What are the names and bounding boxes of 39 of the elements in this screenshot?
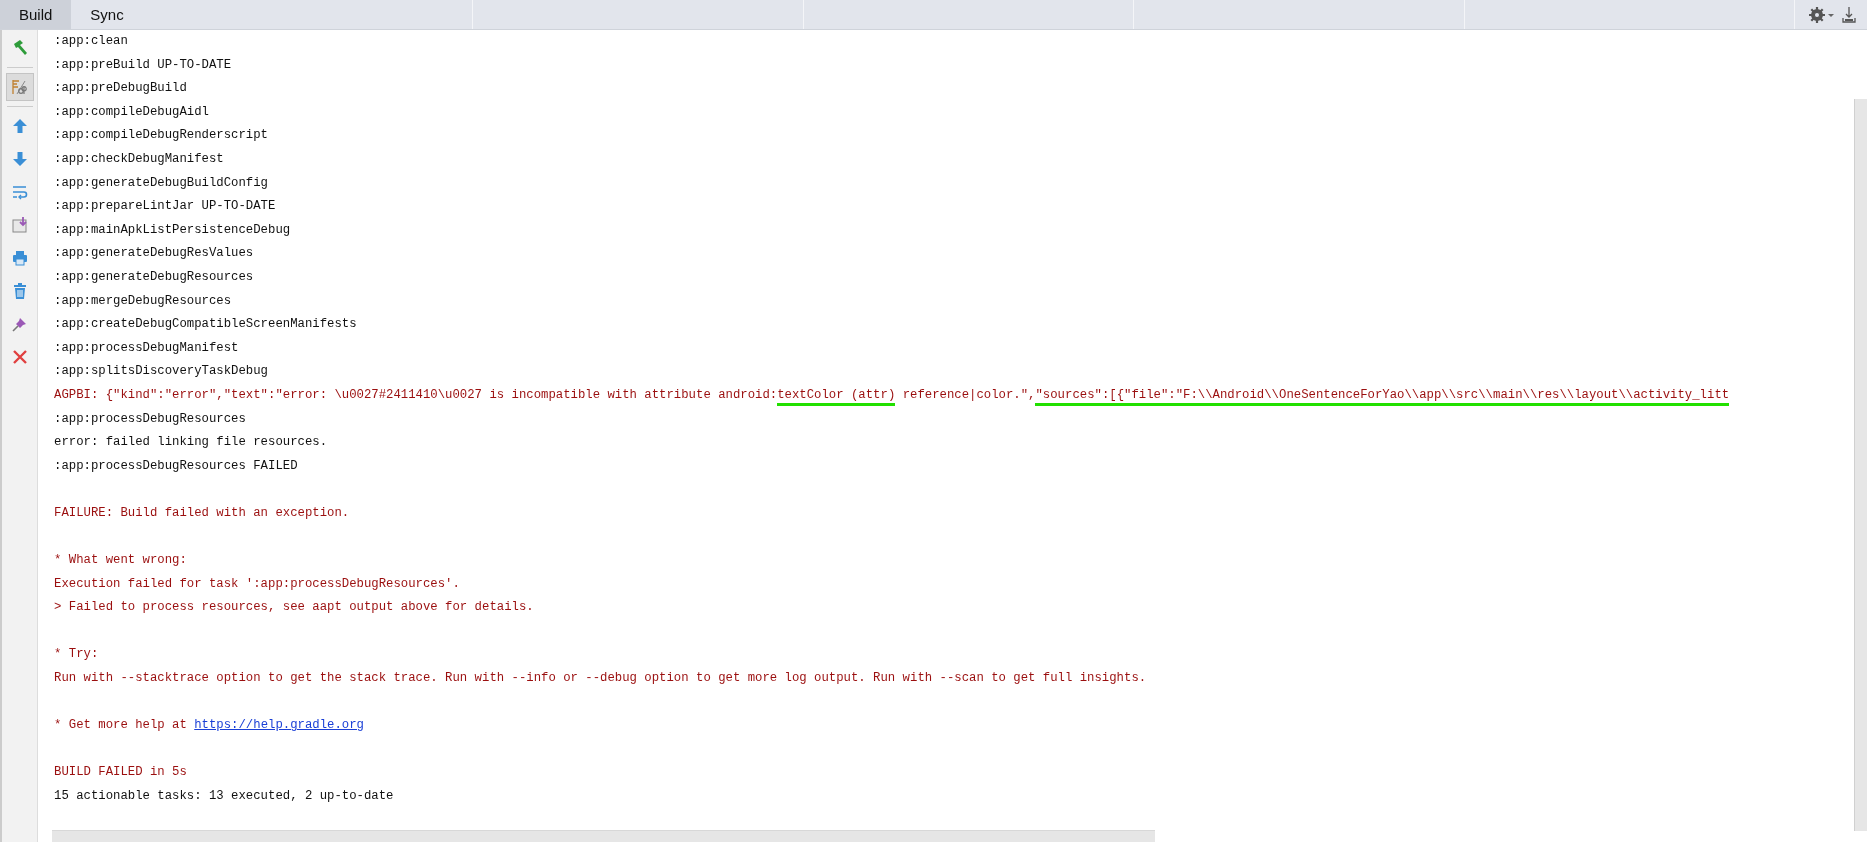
log-line: :app:processDebugManifest [54,339,240,357]
pin-icon [10,315,29,333]
log-line: :app:processDebugResources FAILED [54,457,299,475]
log-line: * What went wrong: [54,552,188,570]
log-line: :app:compileDebugAidl [54,103,210,121]
log-line: Run with --stacktrace option to get the stack trace. Run with --info or --debug option to get more log output. Run with --scan to get full insights. [54,670,1148,688]
log-line: :app:generateDebugBuildConfig [54,174,269,192]
log-line: :app:prepareLintJar UP-TO-DATE [54,198,277,216]
log-line: :app:preBuild UP-TO-DATE [54,56,233,74]
tab[interactable]: Build [0,0,72,29]
soft-wrap-icon [10,183,29,201]
log-line: :app:compileDebugRenderscript [54,127,269,145]
log-line: :app:createDebugCompatibleScreenManifests [54,316,358,334]
close-icon [10,348,29,366]
log-line: :app:generateDebugResources [54,268,255,286]
log-line: :app:processDebugResources [54,410,247,428]
log-line: :app:checkDebugManifest [54,150,225,168]
log-line: Execution failed for task ':app:processDebugResources'. [54,575,461,593]
log-line: :app:mainApkListPersistenceDebug [54,221,292,239]
log-line: 15 actionable tasks: 13 executed, 2 up-to-date [54,788,395,805]
log-line: :app:mergeDebugResources [54,292,233,310]
filter-text-icon [10,78,29,96]
log-line: * Try: [54,646,100,664]
log-line: :app:preDebugBuild [54,80,188,98]
log-line: BUILD FAILED in 5s [54,764,188,782]
tab[interactable]: Sync [71,0,143,29]
log-line: error: failed linking file resources. [54,434,329,452]
filter-text-button[interactable] [5,73,34,101]
scroll-to-end-icon [10,216,29,234]
log-line: :app:clean [54,33,129,50]
help-link[interactable]: https://help.gradle.org [194,718,364,733]
vertical-scrollbar[interactable] [1854,99,1867,831]
log-line: > Failed to process resources, see aapt output above for details. [54,599,535,617]
log-line: FAILURE: Build failed with an exception. [54,504,351,522]
settings-icon[interactable] [1809,6,1835,23]
log-line: :app:generateDebugResValues [54,245,255,263]
log-line: :app:splitsDiscoveryTaskDebug [54,363,269,381]
printer-icon [10,249,29,267]
horizontal-scrollbar[interactable] [52,830,1155,842]
